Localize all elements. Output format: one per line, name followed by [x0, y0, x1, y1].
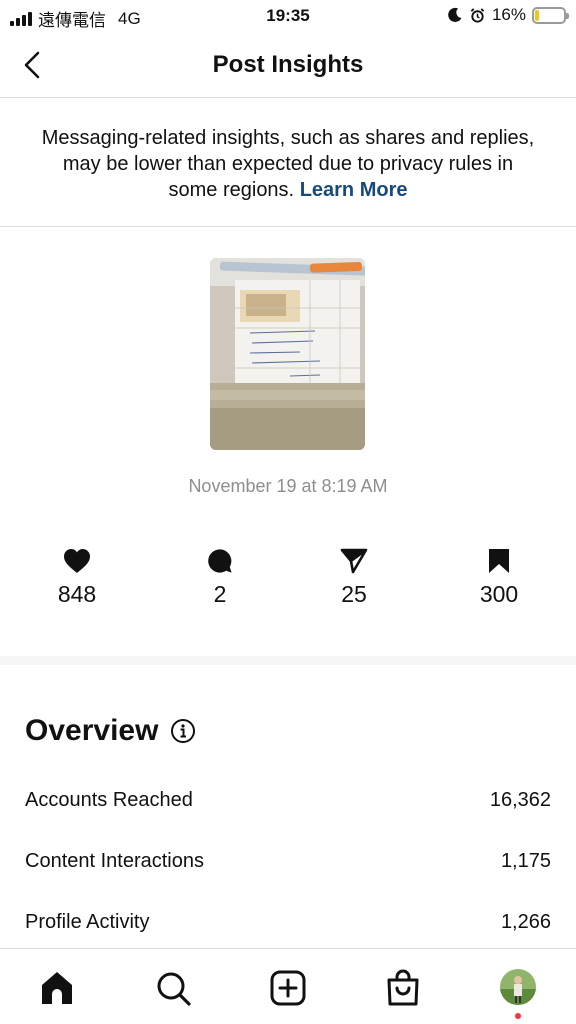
metric-value: 1,175	[500, 850, 551, 872]
saves-stat: 300	[449, 548, 549, 608]
privacy-notice: Messaging-related insights, such as shar…	[0, 99, 576, 227]
comments-stat: 2	[170, 548, 270, 608]
section-divider	[0, 656, 576, 665]
comments-count: 2	[213, 581, 227, 607]
learn-more-link[interactable]: Learn More	[300, 179, 408, 201]
tab-home[interactable]	[38, 969, 76, 1007]
metric-row-accounts-reached[interactable]: Accounts Reached 16,362	[25, 789, 551, 812]
shop-icon	[387, 969, 419, 1006]
shares-count: 25	[341, 581, 367, 607]
tab-search[interactable]	[154, 969, 192, 1007]
likes-count: 848	[57, 581, 97, 607]
post-image	[210, 258, 365, 450]
bottom-tab-bar	[0, 948, 576, 1024]
tab-profile[interactable]	[500, 969, 538, 1019]
tab-shop[interactable]	[384, 969, 422, 1007]
battery-percent: 16%	[491, 5, 526, 24]
battery-fill	[535, 9, 540, 21]
status-bar: 遠傳電信 4G 19:35 16%	[0, 0, 576, 34]
create-icon	[270, 970, 306, 1006]
home-icon	[42, 972, 72, 1004]
overview-heading: Overview	[25, 714, 196, 748]
share-icon	[340, 548, 368, 574]
bookmark-icon	[489, 549, 509, 573]
notice-text: Messaging-related insights, such as shar…	[41, 127, 535, 201]
alarm-icon	[470, 7, 485, 23]
metric-row-profile-activity[interactable]: Profile Activity 1,266	[25, 911, 551, 934]
metric-label: Accounts Reached	[25, 789, 193, 811]
metric-label: Content Interactions	[25, 850, 204, 872]
metric-label: Profile Activity	[25, 911, 150, 933]
post-date: November 19 at 8:19 AM	[188, 476, 388, 496]
shares-stat: 25	[304, 548, 404, 608]
header: Post Insights	[0, 34, 576, 98]
status-right: 16%	[447, 5, 569, 25]
comment-icon	[208, 549, 232, 573]
likes-stat: 848	[27, 548, 127, 608]
notification-dot	[515, 1013, 521, 1019]
saves-count: 300	[479, 581, 519, 607]
metric-value: 16,362	[489, 789, 551, 811]
info-icon[interactable]	[170, 718, 196, 744]
overview-title: Overview	[25, 714, 159, 747]
battery-icon	[532, 6, 569, 24]
moon-icon	[448, 7, 462, 22]
search-icon	[157, 972, 191, 1006]
heart-icon	[64, 549, 90, 573]
post-thumbnail[interactable]	[210, 258, 365, 450]
tab-create[interactable]	[269, 969, 307, 1007]
page-title: Post Insights	[212, 51, 364, 78]
profile-avatar	[500, 969, 536, 1005]
metric-row-content-interactions[interactable]: Content Interactions 1,175	[25, 850, 551, 873]
metric-value: 1,266	[500, 911, 551, 933]
